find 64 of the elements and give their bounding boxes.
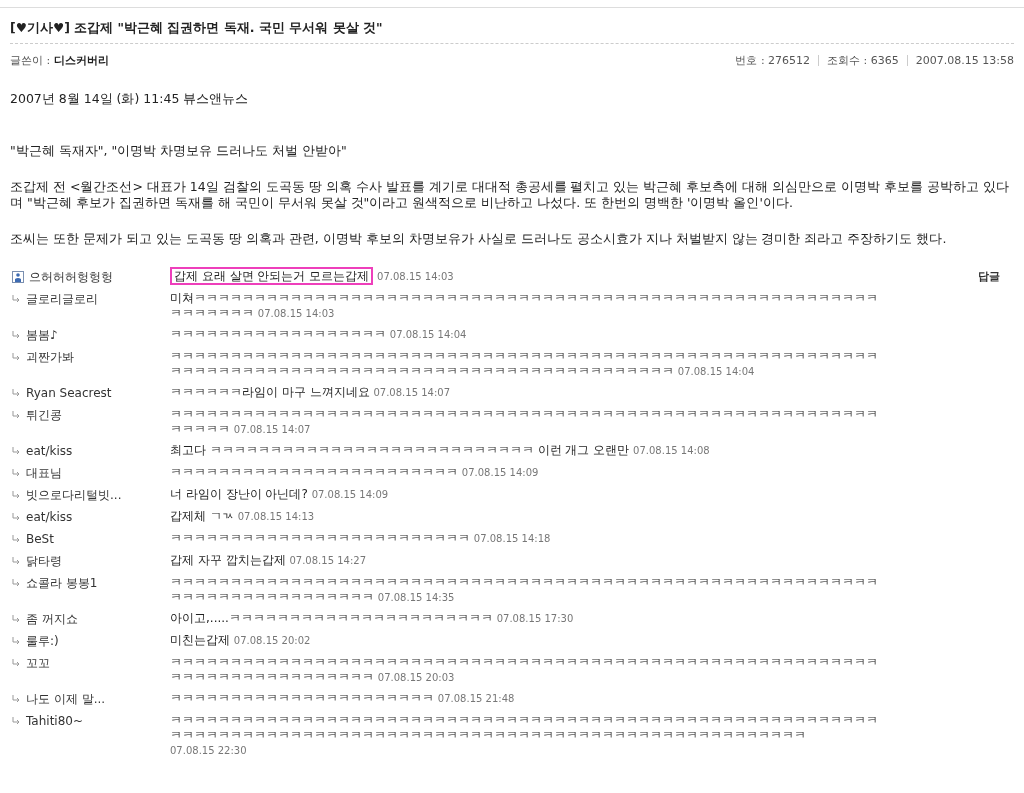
author-line: 글쓴이 : 디스커버리 <box>10 53 109 68</box>
commenter-name: 쇼콜라 봉봉1 <box>26 575 98 591</box>
reply-arrow-icon <box>12 331 21 339</box>
post-meta: 조회수 : 6365 <box>827 53 899 68</box>
post-meta: 2007.08.15 13:58 <box>915 54 1014 67</box>
reply-link[interactable]: 답글 <box>978 269 1000 284</box>
commenter-name: 빗으로다리털빗... <box>26 487 122 503</box>
comment-text: 미친는갑제 07.08.15 20:02 <box>170 633 312 648</box>
reply-arrow-icon <box>12 615 21 623</box>
comment-text: ㅋㅋㅋㅋㅋㅋㅋㅋㅋㅋㅋㅋㅋㅋㅋㅋㅋㅋㅋㅋㅋㅋㅋㅋㅋㅋㅋㅋㅋㅋㅋㅋㅋㅋㅋㅋㅋㅋㅋㅋㅋㅋㅋㅋㅋㅋㅋㅋㅋㅋㅋㅋㅋㅋㅋㅋㅋㅋㅋㅋㅋㅋㅋㅋㅋㅋㅋㅋㅋㅋㅋㅋㅋㅋㅋㅋㅋㅋㅋㅋㅋㅋㅋㅋㅋㅋㅋㅋㅋㅋㅋㅋㅋㅋㅋㅋㅋㅋㅋㅋㅋㅋㅋㅋㅋㅋㅋㅋㅋㅋㅋㅋ 07.08.15 22:30 <box>170 713 879 758</box>
comment-text: 갑제 요래 살면 안되는거 모르는갑제 07.08.15 14:03 <box>170 269 886 284</box>
comment-text: 미쳐ㅋㅋㅋㅋㅋㅋㅋㅋㅋㅋㅋㅋㅋㅋㅋㅋㅋㅋㅋㅋㅋㅋㅋㅋㅋㅋㅋㅋㅋㅋㅋㅋㅋㅋㅋㅋㅋㅋㅋㅋㅋㅋㅋㅋㅋㅋㅋㅋㅋㅋㅋㅋㅋㅋㅋㅋㅋㅋㅋㅋㅋㅋㅋㅋ 07.08.15 14:03 <box>170 291 879 321</box>
commenter-name: 튀긴콩 <box>26 407 62 423</box>
comment-text: ㅋㅋㅋㅋㅋㅋㅋㅋㅋㅋㅋㅋㅋㅋㅋㅋㅋㅋㅋㅋㅋㅋㅋㅋㅋㅋㅋㅋㅋㅋㅋㅋㅋㅋㅋㅋㅋㅋㅋㅋㅋㅋㅋㅋㅋㅋㅋㅋㅋㅋㅋㅋㅋㅋㅋㅋㅋㅋㅋㅋㅋㅋㅋㅋ 07.08.15 14:07 <box>170 407 879 437</box>
commenter-name: 룰루:) <box>26 633 59 649</box>
article-paragraph: 조씨는 또한 문제가 되고 있는 도곡동 땅 의혹과 관련, 이명박 후보의 차명보유가 사실로 드러나도 공소시효가 지나 처벌받지 않는 경미한 죄라고 주장하기도 했다. <box>10 231 948 247</box>
comment-text: ㅋㅋㅋㅋㅋㅋㅋㅋㅋㅋㅋㅋㅋㅋㅋㅋㅋㅋㅋㅋㅋㅋㅋㅋㅋ 07.08.15 14:18 <box>170 531 552 546</box>
reply-arrow-icon <box>12 513 21 521</box>
reply-arrow-icon <box>12 295 21 303</box>
comment-text: ㅋㅋㅋㅋㅋㅋㅋㅋㅋㅋㅋㅋㅋㅋㅋㅋㅋㅋㅋㅋㅋㅋㅋㅋㅋㅋㅋㅋㅋㅋㅋㅋㅋㅋㅋㅋㅋㅋㅋㅋㅋㅋㅋㅋㅋㅋㅋㅋㅋㅋㅋㅋㅋㅋㅋㅋㅋㅋㅋㅋㅋㅋㅋㅋㅋㅋㅋㅋㅋㅋㅋㅋㅋㅋㅋㅋ 07.08.15 20:03 <box>170 655 879 685</box>
reply-arrow-icon <box>12 535 21 543</box>
reply-arrow-icon <box>12 353 21 361</box>
commenter-name: BeSt <box>26 531 54 547</box>
commenter-name: 닭타령 <box>26 553 62 569</box>
person-icon <box>12 271 24 283</box>
comment-text: ㅋㅋㅋㅋㅋㅋ라임이 마구 느껴지네요 07.08.15 14:07 <box>170 385 451 400</box>
comment-text: ㅋㅋㅋㅋㅋㅋㅋㅋㅋㅋㅋㅋㅋㅋㅋㅋㅋㅋㅋㅋㅋㅋㅋㅋ 07.08.15 14:09 <box>170 465 540 480</box>
commenter-name: 꼬꼬 <box>26 655 50 671</box>
reply-arrow-icon <box>12 579 21 587</box>
commenter-name: eat/kiss <box>26 509 73 525</box>
comment-text: ㅋㅋㅋㅋㅋㅋㅋㅋㅋㅋㅋㅋㅋㅋㅋㅋㅋㅋ 07.08.15 14:04 <box>170 327 468 342</box>
reply-arrow-icon <box>12 411 21 419</box>
post-title: [♥기사♥] 조갑제 "박근혜 집권하면 독재. 국민 무서워 못살 것" <box>10 16 1014 44</box>
reply-arrow-icon <box>12 447 21 455</box>
comment-text: ㅋㅋㅋㅋㅋㅋㅋㅋㅋㅋㅋㅋㅋㅋㅋㅋㅋㅋㅋㅋㅋㅋㅋㅋㅋㅋㅋㅋㅋㅋㅋㅋㅋㅋㅋㅋㅋㅋㅋㅋㅋㅋㅋㅋㅋㅋㅋㅋㅋㅋㅋㅋㅋㅋㅋㅋㅋㅋㅋㅋㅋㅋㅋㅋㅋㅋㅋㅋㅋㅋㅋㅋㅋㅋㅋㅋㅋㅋㅋㅋㅋㅋㅋㅋㅋㅋㅋㅋㅋㅋㅋㅋㅋㅋㅋㅋㅋㅋㅋㅋㅋ 07.08.15 14:04 <box>170 349 879 379</box>
commenter-name: eat/kiss <box>26 443 73 459</box>
comment-text: 너 라임이 장난이 아닌데? 07.08.15 14:09 <box>170 487 390 502</box>
reply-arrow-icon <box>12 659 21 667</box>
article-paragraph: "박근혜 독재자", "이명박 차명보유 드러나도 처벌 안받아" <box>10 143 348 159</box>
reply-arrow-icon <box>12 491 21 499</box>
comment-text: ㅋㅋㅋㅋㅋㅋㅋㅋㅋㅋㅋㅋㅋㅋㅋㅋㅋㅋㅋㅋㅋㅋㅋㅋㅋㅋㅋㅋㅋㅋㅋㅋㅋㅋㅋㅋㅋㅋㅋㅋㅋㅋㅋㅋㅋㅋㅋㅋㅋㅋㅋㅋㅋㅋㅋㅋㅋㅋㅋㅋㅋㅋㅋㅋㅋㅋㅋㅋㅋㅋㅋㅋㅋㅋㅋㅋ 07.08.15 14:35 <box>170 575 879 605</box>
commenter-name: 나도 이제 말... <box>26 691 106 707</box>
commenter-name: 글로리글로리 <box>26 291 98 307</box>
article-paragraph: 조갑제 전 <월간조선> 대표가 14일 검찰의 도곡동 땅 의혹 수사 발표를 계기로 대대적 총공세를 펼치고 있는 박근혜 후보측에 대해 의심만으로 이명박 후보를 공박하고 있다며 "박근혜 후보가 집권하면 독재를 해 국민이 무서워 못살 것"이라고 원색적으로 비난하고 나섰다. 또 한번의 명백한 '이명박 올인'이다. <box>10 179 1011 211</box>
reply-arrow-icon <box>12 389 21 397</box>
reply-arrow-icon <box>12 695 21 703</box>
reply-arrow-icon <box>12 717 21 725</box>
reply-arrow-icon <box>12 469 21 477</box>
comment-text: 아이고,.....ㅋㅋㅋㅋㅋㅋㅋㅋㅋㅋㅋㅋㅋㅋㅋㅋㅋㅋㅋㅋㅋㅋ 07.08.15 17:30 <box>170 611 575 626</box>
reply-arrow-icon <box>12 557 21 565</box>
commenter-name: 으허허허헝헝헝 <box>29 269 113 285</box>
post-meta: 번호 : 276512 <box>735 53 811 68</box>
commenter-name: 대표님 <box>26 465 62 481</box>
commenter-name: 봄봄♪ <box>26 327 58 343</box>
commenter-name: Tahiti80~ <box>26 713 83 729</box>
comment-text: 최고다 ㅋㅋㅋㅋㅋㅋㅋㅋㅋㅋㅋㅋㅋㅋㅋㅋㅋㅋㅋㅋㅋㅋㅋㅋㅋㅋㅋ 이런 개그 오랜만 07.08.15 14:08 <box>170 443 711 458</box>
commenter-name: 좀 꺼지쇼 <box>26 611 78 627</box>
comment-text: ㅋㅋㅋㅋㅋㅋㅋㅋㅋㅋㅋㅋㅋㅋㅋㅋㅋㅋㅋㅋㅋㅋ 07.08.15 21:48 <box>170 691 516 706</box>
reply-arrow-icon <box>12 637 21 645</box>
comment-text: 갑제체 ㄱㄳ 07.08.15 14:13 <box>170 509 316 524</box>
comment-text: 갑제 자꾸 깝치는갑제 07.08.15 14:27 <box>170 553 367 568</box>
article-paragraph: 2007년 8월 14일 (화) 11:45 뷰스앤뉴스 <box>10 91 250 107</box>
commenter-name: 괴짠가봐 <box>26 349 74 365</box>
commenter-name: Ryan Seacrest <box>26 385 112 401</box>
